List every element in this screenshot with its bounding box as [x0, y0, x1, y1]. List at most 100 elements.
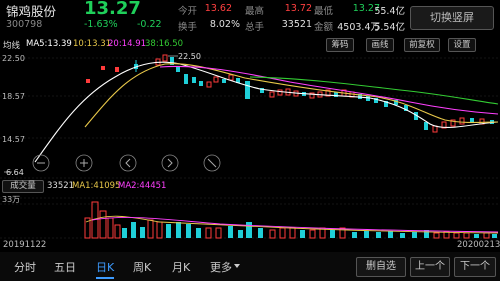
candle-down	[424, 122, 428, 130]
ma10-value: 10:13.31	[73, 39, 112, 49]
volume-bar	[228, 226, 233, 238]
volume-bar	[474, 234, 479, 238]
volume-value: 33521	[47, 181, 75, 191]
tab-daily-k[interactable]: 日K	[96, 259, 115, 279]
tab-monthly-k[interactable]: 月K	[172, 259, 190, 275]
zoom-controls[interactable]	[32, 154, 221, 172]
volume-bar	[269, 229, 276, 239]
volume-indicator-button[interactable]: 成交量	[2, 180, 44, 193]
turnover-label: 换手	[178, 22, 198, 33]
volume-bar	[364, 231, 369, 238]
ma30-value: 38:16.50	[145, 39, 184, 49]
tab-intraday[interactable]: 分时	[14, 259, 36, 275]
ma-label: 均线	[3, 41, 21, 51]
zoom-in-icon[interactable]	[75, 154, 93, 172]
ma10-line	[84, 63, 499, 128]
change-value: -0.22	[137, 19, 162, 30]
turnover-value: 8.02%	[209, 19, 240, 30]
volume-bar	[492, 234, 497, 238]
volume-bar	[330, 230, 335, 238]
adjust-button[interactable]: 前复权	[404, 38, 440, 52]
volume-bar	[433, 232, 440, 239]
high-value: 13.72	[284, 3, 312, 14]
volume-bar	[140, 227, 145, 238]
candle-down	[222, 79, 226, 83]
price-axis-mid1: 18.57	[2, 92, 25, 101]
candle-up-hollow	[213, 76, 219, 83]
volume-bar	[147, 219, 154, 239]
volume-bar	[400, 233, 405, 238]
change-percent: -1.63%	[84, 19, 118, 30]
svg-text:22.50: 22.50	[178, 52, 201, 61]
volume-bar	[279, 227, 286, 239]
candle-up-hollow	[228, 74, 234, 81]
volume-bar	[352, 232, 357, 238]
tab-more[interactable]: 更多	[210, 259, 232, 275]
float-value-value: 5.54亿	[374, 22, 405, 33]
date-end: 20200213	[457, 240, 500, 250]
candle-up	[101, 66, 105, 70]
kline-chart[interactable]: 22.50 18.57 14.57 22.50 6.64 33万	[0, 52, 500, 252]
volume-bar	[258, 228, 263, 238]
total-value-value: 55.4亿	[374, 6, 405, 17]
volume-bar	[131, 222, 136, 238]
low-marker: 6.64	[4, 168, 24, 177]
svg-text:6.64: 6.64	[6, 168, 24, 177]
volume-bar	[215, 227, 222, 239]
candle-up-hollow	[277, 89, 283, 96]
scroll-right-icon[interactable]	[161, 154, 179, 172]
candle-down	[366, 96, 370, 101]
tab-weekly-k[interactable]: 周K	[133, 259, 151, 275]
volume-bar	[107, 217, 114, 239]
volume-bar	[238, 230, 243, 238]
candle-up	[115, 67, 119, 72]
volume-bar	[246, 222, 252, 238]
volume-bar	[483, 232, 490, 239]
tab-five-day[interactable]: 五日	[54, 259, 76, 275]
zoom-out-icon[interactable]	[32, 154, 50, 172]
total-hands-value: 33521	[281, 19, 312, 30]
stock-kline-screen: 锦鸡股份 13.27 300798 -1.63% -0.22 今开 13.62 …	[0, 0, 500, 281]
open-label: 今开	[178, 6, 198, 17]
stock-code: 300798	[6, 19, 43, 30]
remove-watchlist-button[interactable]: 删自选	[356, 257, 406, 277]
volume-bar	[453, 232, 460, 239]
low-label: 最低	[314, 6, 334, 17]
volume-bar	[186, 224, 191, 238]
volume-bar	[122, 228, 127, 238]
stock-price: 13.27	[84, 0, 141, 19]
volume-axis-top: 33万	[2, 195, 20, 204]
chevron-down-icon	[234, 264, 240, 268]
scroll-left-icon[interactable]	[119, 154, 137, 172]
stock-name: 锦鸡股份	[6, 4, 57, 19]
candle-up-hollow	[459, 117, 465, 125]
draw-line-button[interactable]: 画线	[366, 38, 394, 52]
chips-button[interactable]: 筹码	[326, 38, 354, 52]
candle-down	[192, 77, 196, 83]
switch-portrait-button[interactable]: 切换竖屏	[410, 6, 494, 30]
volume-bar	[114, 224, 121, 239]
volume-bar	[463, 232, 470, 239]
prev-stock-button[interactable]: 上一个	[410, 257, 450, 277]
date-start: 20191122	[3, 240, 47, 250]
volume-bar	[176, 222, 181, 238]
candle-up	[86, 79, 90, 83]
candle-down	[245, 81, 250, 99]
volume-ma1: MA1:41095	[72, 181, 121, 191]
quote-header: 锦鸡股份 13.27 300798 -1.63% -0.22 今开 13.62 …	[0, 0, 500, 35]
volume-bar	[99, 210, 107, 239]
volume-bar	[196, 228, 201, 238]
reset-view-icon[interactable]	[203, 154, 221, 172]
bottom-nav: 分时 五日 日K 周K 月K 更多 删自选 上一个 下一个	[0, 252, 500, 281]
ma5-value: MA5:13.39	[26, 39, 72, 49]
price-axis-mid2: 14.57	[2, 135, 25, 144]
next-stock-button[interactable]: 下一个	[454, 257, 496, 277]
ma-legend-bar: 均线 MA5:13.39 10:13.31 20:14.91 38:16.50 …	[0, 37, 500, 52]
candle-down	[184, 74, 188, 84]
volume-bar	[300, 230, 305, 238]
amount-label: 金额	[314, 22, 334, 33]
volume-bar	[412, 232, 417, 238]
volume-bar	[309, 229, 316, 239]
volume-bar	[166, 224, 171, 238]
settings-button[interactable]: 设置	[448, 38, 476, 52]
